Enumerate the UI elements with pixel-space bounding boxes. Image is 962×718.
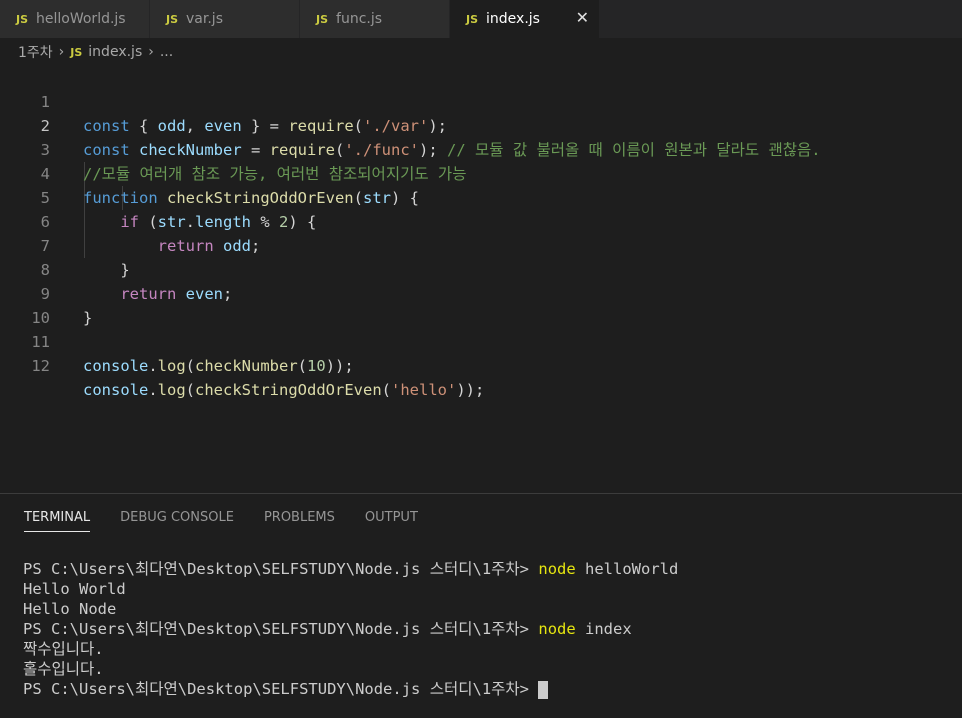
breadcrumb-folder[interactable]: 1주차 bbox=[18, 42, 53, 62]
token: log bbox=[157, 381, 186, 399]
token: ( bbox=[297, 357, 308, 375]
tab-label: helloWorld.js bbox=[36, 11, 126, 27]
code-line: 6 return odd; bbox=[0, 186, 962, 255]
js-file-icon: JS bbox=[466, 12, 479, 26]
code-editor[interactable]: 1 const { odd, even } = require('./var')… bbox=[0, 66, 962, 486]
tab-func-js[interactable]: JS func.js bbox=[300, 0, 450, 38]
terminal-line: PS C:\Users\최다연\Desktop\SELFSTUDY\Node.j… bbox=[23, 679, 678, 699]
tab-helloworld-js[interactable]: JS helloWorld.js bbox=[0, 0, 150, 38]
terminal-command: node bbox=[538, 620, 576, 638]
terminal-cursor bbox=[538, 680, 549, 699]
token: . bbox=[148, 357, 158, 375]
breadcrumb: 1주차 › JS index.js › ... bbox=[0, 38, 962, 66]
terminal-line: 짝수입니다. bbox=[23, 640, 104, 658]
code-line: 10 bbox=[0, 282, 962, 327]
editor-tab-bar: JS helloWorld.js JS var.js JS func.js JS… bbox=[0, 0, 962, 38]
code-line: 9 } bbox=[0, 258, 962, 327]
code-line: 2 const checkNumber = require('./func');… bbox=[0, 90, 962, 159]
token: . bbox=[148, 381, 158, 399]
tab-label: func.js bbox=[336, 11, 383, 27]
tab-label: index.js bbox=[486, 11, 540, 27]
terminal-line: PS C:\Users\최다연\Desktop\SELFSTUDY\Node.j… bbox=[23, 619, 678, 639]
code-line: 12 console.log(checkStringOddOrEven('hel… bbox=[0, 330, 962, 399]
token: console bbox=[83, 381, 149, 399]
terminal-prompt: PS C:\Users\최다연\Desktop\SELFSTUDY\Node.j… bbox=[23, 560, 539, 578]
token: )); bbox=[325, 357, 354, 375]
js-file-icon: JS bbox=[16, 12, 29, 26]
bottom-panel: TERMINAL DEBUG CONSOLE PROBLEMS OUTPUT P… bbox=[0, 493, 962, 718]
token: ( bbox=[381, 381, 391, 399]
token: log bbox=[157, 357, 186, 375]
tab-index-js[interactable]: JS index.js ✕ bbox=[450, 0, 600, 38]
breadcrumb-more[interactable]: ... bbox=[160, 44, 173, 60]
tab-var-js[interactable]: JS var.js bbox=[150, 0, 300, 38]
token: 10 bbox=[307, 357, 326, 375]
chevron-right-icon: › bbox=[58, 44, 65, 60]
terminal-line: Hello World bbox=[23, 580, 126, 598]
js-file-icon: JS bbox=[166, 12, 179, 26]
tab-debug-console[interactable]: DEBUG CONSOLE bbox=[120, 510, 234, 532]
tab-terminal[interactable]: TERMINAL bbox=[24, 510, 91, 532]
terminal-command: node bbox=[538, 560, 576, 578]
token: ( bbox=[185, 381, 196, 399]
token: console bbox=[83, 357, 149, 375]
code-line: 11 console.log(checkNumber(10)); bbox=[0, 306, 962, 375]
code-line: 1 const { odd, even } = require('./var')… bbox=[0, 66, 962, 135]
token: )); bbox=[456, 381, 485, 399]
code-line: 8 return even; bbox=[0, 234, 962, 303]
code-line: 7 } bbox=[0, 210, 962, 279]
code-line: 5 if (str.length % 2) { bbox=[0, 162, 962, 231]
chevron-right-icon: › bbox=[148, 44, 154, 60]
token: ( bbox=[185, 357, 196, 375]
js-file-icon: JS bbox=[70, 45, 83, 59]
terminal-prompt: PS C:\Users\최다연\Desktop\SELFSTUDY\Node.j… bbox=[23, 680, 539, 698]
code-line: 4 function checkStringOddOrEven(str) { bbox=[0, 138, 962, 207]
close-icon[interactable]: ✕ bbox=[576, 8, 589, 27]
line-number: 12 bbox=[31, 357, 50, 375]
code-line: 3 //모듈 여러개 참조 가능, 여러번 참조되어지기도 가능 bbox=[0, 114, 962, 183]
terminal-line: PS C:\Users\최다연\Desktop\SELFSTUDY\Node.j… bbox=[23, 559, 678, 579]
terminal-output[interactable]: PS C:\Users\최다연\Desktop\SELFSTUDY\Node.j… bbox=[23, 559, 678, 699]
token: checkNumber bbox=[195, 357, 298, 375]
js-file-icon: JS bbox=[316, 12, 329, 26]
terminal-line: Hello Node bbox=[23, 600, 117, 618]
terminal-arg: helloWorld bbox=[575, 560, 679, 578]
token: 'hello' bbox=[391, 381, 457, 399]
tab-label: var.js bbox=[186, 11, 223, 27]
token: checkStringOddOrEven bbox=[195, 381, 382, 399]
terminal-arg: index bbox=[575, 620, 632, 638]
terminal-prompt: PS C:\Users\최다연\Desktop\SELFSTUDY\Node.j… bbox=[23, 620, 539, 638]
breadcrumb-file[interactable]: index.js bbox=[88, 44, 142, 60]
tab-output[interactable]: OUTPUT bbox=[365, 510, 418, 532]
panel-tabs: TERMINAL DEBUG CONSOLE PROBLEMS OUTPUT bbox=[24, 510, 418, 532]
terminal-line: 홀수입니다. bbox=[23, 660, 104, 678]
tab-problems[interactable]: PROBLEMS bbox=[264, 510, 335, 532]
